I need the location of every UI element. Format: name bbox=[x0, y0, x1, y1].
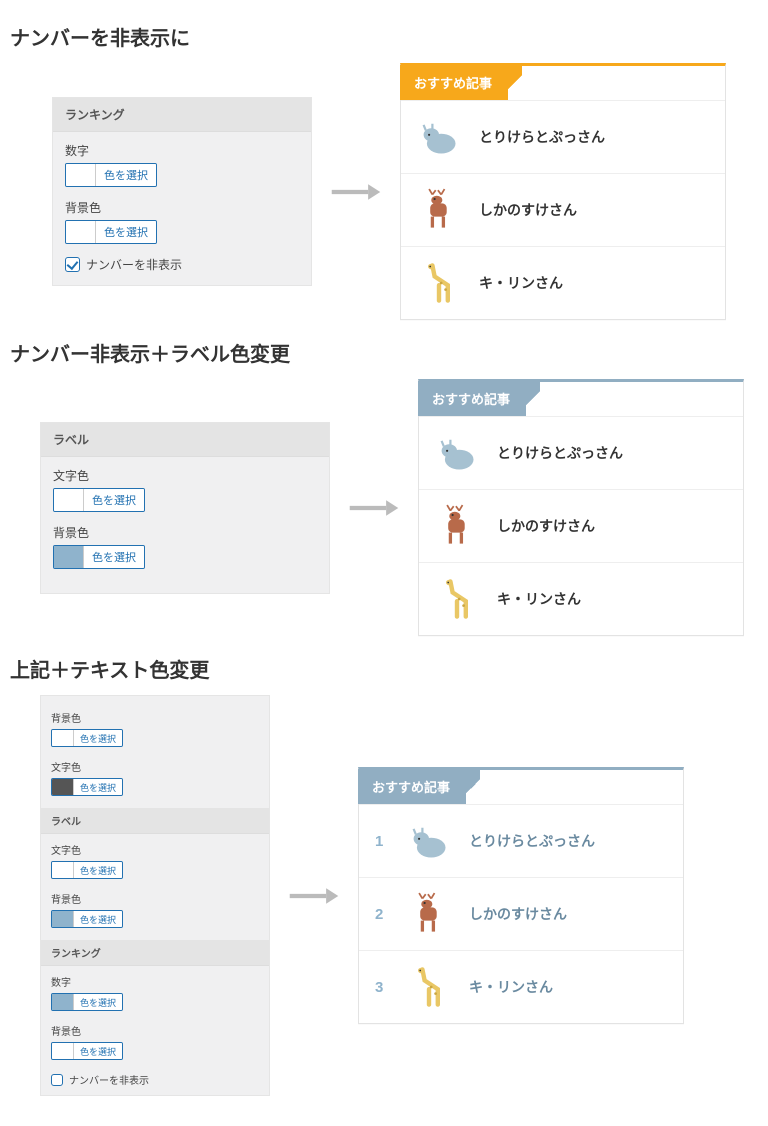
list-item[interactable]: 1 とりけらとぷっさん bbox=[359, 804, 683, 877]
item-title: とりけらとぷっさん bbox=[469, 831, 595, 851]
field-label-text: 文字色 bbox=[53, 467, 317, 484]
triceratops-icon bbox=[435, 431, 479, 475]
color-picker[interactable]: 色を選択 bbox=[51, 861, 123, 879]
widget-preview-2: おすすめ記事 とりけらとぷっさん しかのすけさん キ・リンさん bbox=[418, 379, 744, 636]
list-item[interactable]: とりけらとぷっさん bbox=[401, 100, 725, 173]
color-picker-number[interactable]: 色を選択 bbox=[65, 163, 157, 187]
widget-preview-3: おすすめ記事 1 とりけらとぷっさん 2 しかのすけさん 3 キ・リンさん bbox=[358, 767, 684, 1024]
color-picker[interactable]: 色を選択 bbox=[51, 910, 123, 928]
settings-panel-ranking: ランキング 数字 色を選択 背景色 色を選択 ナンバーを非表示 bbox=[52, 97, 312, 286]
giraffe-icon bbox=[417, 261, 461, 305]
widget-preview-1: おすすめ記事 とりけらとぷっさん しかのすけさん キ・リンさん bbox=[400, 63, 726, 320]
panel-subhead-label: ラベル bbox=[41, 423, 329, 457]
arrow-icon bbox=[348, 496, 400, 520]
widget-tab: おすすめ記事 bbox=[418, 381, 526, 416]
field-label-bg: 背景色 bbox=[65, 199, 299, 216]
section-title-1: ナンバーを非表示に bbox=[10, 22, 758, 51]
panel-subhead-label: ラベル bbox=[41, 808, 269, 834]
widget-tab: おすすめ記事 bbox=[400, 65, 508, 100]
triceratops-icon bbox=[417, 115, 461, 159]
field-label-bg: 背景色 bbox=[51, 891, 259, 906]
item-number: 3 bbox=[375, 979, 389, 996]
settings-panel-full: 背景色 色を選択 文字色 色を選択 ラベル 文字色 色を選択 背景色 色を選択 … bbox=[40, 695, 270, 1096]
item-title: とりけらとぷっさん bbox=[479, 127, 605, 147]
color-picker-text[interactable]: 色を選択 bbox=[53, 488, 145, 512]
item-title: しかのすけさん bbox=[469, 904, 567, 924]
item-number: 2 bbox=[375, 906, 389, 923]
giraffe-icon bbox=[435, 577, 479, 621]
field-label-number: 数字 bbox=[51, 974, 259, 989]
list-item[interactable]: 2 しかのすけさん bbox=[359, 877, 683, 950]
section-title-2: ナンバー非表示＋ラベル色変更 bbox=[10, 338, 758, 367]
list-item[interactable]: しかのすけさん bbox=[401, 173, 725, 246]
field-label-bg: 背景色 bbox=[51, 710, 259, 725]
list-item[interactable]: 3 キ・リンさん bbox=[359, 950, 683, 1023]
checkbox-label-hide-number: ナンバーを非表示 bbox=[86, 256, 182, 273]
color-picker-bg[interactable]: 色を選択 bbox=[53, 545, 145, 569]
checkbox-label-hide-number: ナンバーを非表示 bbox=[69, 1072, 149, 1087]
widget-tab: おすすめ記事 bbox=[358, 769, 466, 804]
item-title: キ・リンさん bbox=[479, 273, 563, 293]
deer-icon bbox=[435, 504, 479, 548]
field-label-bg: 背景色 bbox=[53, 524, 317, 541]
list-item[interactable]: しかのすけさん bbox=[419, 489, 743, 562]
triceratops-icon bbox=[407, 819, 451, 863]
color-picker[interactable]: 色を選択 bbox=[51, 778, 123, 796]
item-title: キ・リンさん bbox=[497, 589, 581, 609]
deer-icon bbox=[417, 188, 461, 232]
arrow-icon bbox=[330, 180, 382, 204]
giraffe-icon bbox=[407, 965, 451, 1009]
item-title: しかのすけさん bbox=[497, 516, 595, 536]
checkbox-hide-number[interactable] bbox=[51, 1074, 63, 1086]
panel-subhead-ranking: ランキング bbox=[53, 98, 311, 132]
item-number: 1 bbox=[375, 833, 389, 850]
field-label-bg: 背景色 bbox=[51, 1023, 259, 1038]
deer-icon bbox=[407, 892, 451, 936]
checkbox-hide-number[interactable] bbox=[65, 257, 80, 272]
color-picker[interactable]: 色を選択 bbox=[51, 729, 123, 747]
settings-panel-label: ラベル 文字色 色を選択 背景色 色を選択 bbox=[40, 422, 330, 594]
field-label-text: 文字色 bbox=[51, 759, 259, 774]
list-item[interactable]: キ・リンさん bbox=[401, 246, 725, 319]
list-item[interactable]: キ・リンさん bbox=[419, 562, 743, 635]
section-title-3: 上記＋テキスト色変更 bbox=[10, 654, 758, 683]
color-picker[interactable]: 色を選択 bbox=[51, 1042, 123, 1060]
item-title: キ・リンさん bbox=[469, 977, 553, 997]
arrow-icon bbox=[288, 884, 340, 908]
color-picker[interactable]: 色を選択 bbox=[51, 993, 123, 1011]
item-title: とりけらとぷっさん bbox=[497, 443, 623, 463]
item-title: しかのすけさん bbox=[479, 200, 577, 220]
color-picker-bg[interactable]: 色を選択 bbox=[65, 220, 157, 244]
field-label-text: 文字色 bbox=[51, 842, 259, 857]
list-item[interactable]: とりけらとぷっさん bbox=[419, 416, 743, 489]
field-label-number: 数字 bbox=[65, 142, 299, 159]
panel-subhead-ranking: ランキング bbox=[41, 940, 269, 966]
